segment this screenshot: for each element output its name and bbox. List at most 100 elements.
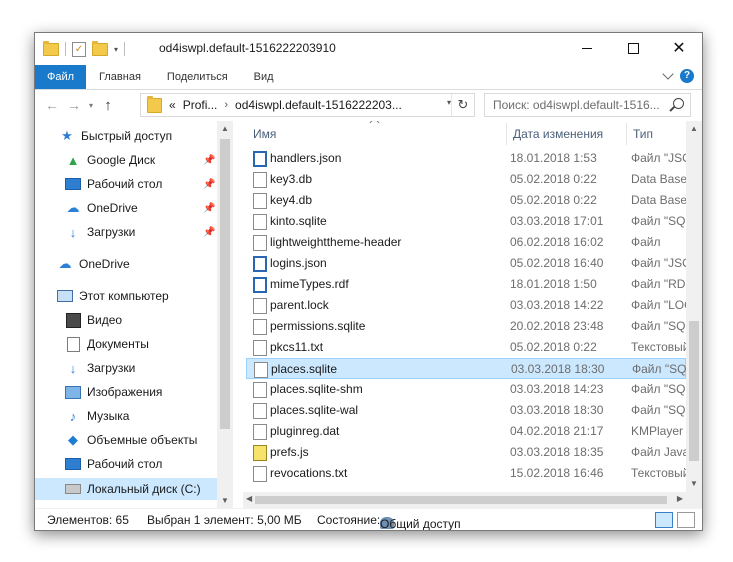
scroll-down-icon[interactable]: ▼ (690, 479, 698, 488)
sidebar-item-label: OneDrive (87, 201, 138, 215)
sidebar-item-images[interactable]: Изображения (65, 381, 162, 403)
tab-home[interactable]: Главная (86, 65, 154, 89)
sidebar-item-this-pc[interactable]: Этот компьютер (57, 285, 169, 307)
tab-share[interactable]: Поделиться (154, 65, 241, 89)
scrollbar-thumb[interactable] (255, 496, 667, 504)
maximize-button[interactable] (610, 33, 656, 63)
tab-file[interactable]: Файл (35, 65, 87, 89)
file-date-modified: 03.03.2018 17:01 (510, 214, 604, 228)
file-row[interactable]: parent.lock 03.03.2018 14:22 Файл "LOCK" (246, 295, 686, 316)
sidebar-item-videos[interactable]: Видео (65, 309, 122, 331)
file-icon (254, 362, 268, 378)
file-row[interactable]: pluginreg.dat 04.02.2018 21:17 KMPlayer (246, 421, 686, 442)
pin-icon[interactable]: 📌 (203, 203, 215, 214)
new-folder-icon[interactable] (92, 40, 108, 56)
sidebar-item-google-drive[interactable]: ▲ Google Диск 📌 (65, 149, 216, 171)
images-icon (65, 384, 81, 400)
file-list-horizontal-scrollbar[interactable]: ◀ ▶ (243, 492, 686, 508)
file-icon (253, 193, 267, 209)
scrollbar-thumb[interactable] (689, 321, 699, 461)
file-name: key4.db (270, 193, 313, 207)
file-row[interactable]: handlers.json 18.01.2018 1:53 Файл "JSON" (246, 148, 686, 169)
file-date-modified: 18.01.2018 1:53 (510, 151, 597, 165)
sidebar-item-music[interactable]: ♪ Музыка (65, 405, 130, 427)
file-name: prefs.js (270, 445, 309, 459)
sidebar-item-local-disk[interactable]: Локальный диск (C:) (35, 478, 217, 500)
forward-button[interactable]: → (63, 94, 85, 116)
recent-locations-button[interactable]: ▾ (85, 94, 97, 116)
scrollbar-thumb[interactable] (220, 139, 230, 429)
sidebar-scrollbar[interactable]: ▲ ▼ (217, 121, 233, 508)
file-type: KMPlayer (631, 424, 684, 438)
large-icons-view-button[interactable] (677, 512, 695, 528)
file-icon (253, 235, 267, 251)
file-type: Файл (631, 235, 661, 249)
file-icon (253, 319, 267, 335)
breadcrumb-overflow[interactable]: « (169, 98, 176, 112)
file-row[interactable]: pkcs11.txt 05.02.2018 0:22 Текстовый (246, 337, 686, 358)
properties-icon[interactable]: ✓ (72, 41, 86, 57)
breadcrumb-separator-icon[interactable]: › (224, 99, 228, 111)
navigation-bar: ← → ▾ ↑ « Profi... › od4iswpl.default-15… (35, 90, 702, 120)
column-divider[interactable] (626, 123, 627, 145)
minimize-button[interactable] (564, 33, 610, 63)
scroll-up-icon[interactable]: ▲ (690, 124, 698, 133)
sidebar-item-desktop[interactable]: Рабочий стол 📌 (65, 173, 215, 195)
sidebar-item-label: Google Диск (87, 153, 156, 167)
column-divider[interactable] (506, 123, 507, 145)
customize-toolbar-chevron-icon[interactable]: ▾ (114, 45, 118, 54)
sidebar-item-documents[interactable]: Документы (65, 333, 149, 355)
file-name: parent.lock (270, 298, 329, 312)
file-date-modified: 03.03.2018 18:30 (510, 403, 604, 417)
help-icon[interactable]: ? (680, 69, 694, 83)
column-header-type[interactable]: Тип (633, 127, 653, 141)
file-icon (253, 403, 267, 419)
breadcrumb-item-profiles[interactable]: Profi... (183, 98, 218, 112)
pin-icon[interactable]: 📌 (203, 155, 215, 166)
up-button[interactable]: ↑ (97, 94, 119, 116)
breadcrumb-item-current[interactable]: od4iswpl.default-1516222203... (235, 98, 402, 112)
file-row[interactable]: lightweighttheme-header 06.02.2018 16:02 Ф… (246, 232, 686, 253)
file-type: Файл "JSON" (631, 151, 686, 165)
sidebar-item-quick-access[interactable]: ★ Быстрый доступ (59, 125, 172, 147)
file-row[interactable]: permissions.sqlite 20.02.2018 23:48 Файл "… (246, 316, 686, 337)
pin-icon[interactable]: 📌 (203, 227, 215, 238)
file-row[interactable]: places.sqlite-shm 03.03.2018 14:23 Файл "S… (246, 379, 686, 400)
sidebar-item-onedrive-pinned[interactable]: ☁ OneDrive 📌 (65, 197, 216, 219)
pin-icon[interactable]: 📌 (203, 179, 215, 190)
sidebar-item-desktop-pc[interactable]: Рабочий стол (65, 453, 162, 475)
scroll-down-icon[interactable]: ▼ (221, 496, 229, 505)
scroll-right-icon[interactable]: ▶ (677, 494, 683, 503)
refresh-button[interactable]: ↻ (451, 94, 474, 116)
sort-ascending-icon (369, 121, 380, 128)
address-bar[interactable]: « Profi... › od4iswpl.default-1516222203… (140, 93, 475, 117)
file-row[interactable]: places.sqlite 03.03.2018 18:30 Файл "SQLIT… (246, 358, 687, 379)
file-row[interactable]: revocations.txt 15.02.2018 16:46 Текстовый (246, 463, 686, 484)
file-row[interactable]: mimeTypes.rdf 18.01.2018 1:50 Файл "RDF" (246, 274, 686, 295)
back-button[interactable]: ← (41, 94, 63, 116)
column-header-name[interactable]: Имя (253, 127, 276, 141)
scroll-left-icon[interactable]: ◀ (246, 494, 252, 503)
sidebar-item-downloads-pinned[interactable]: ↓ Загрузки 📌 (65, 221, 216, 243)
file-row[interactable]: kinto.sqlite 03.03.2018 17:01 Файл "SQLITE… (246, 211, 686, 232)
expand-ribbon-icon[interactable] (662, 68, 674, 80)
file-row[interactable]: prefs.js 03.03.2018 18:35 Файл JavaScript (246, 442, 686, 463)
search-input[interactable]: Поиск: od4iswpl.default-1516... (484, 93, 691, 117)
file-row[interactable]: key3.db 05.02.2018 0:22 Data Base File (246, 169, 686, 190)
file-icon (253, 214, 267, 230)
file-row[interactable]: logins.json 05.02.2018 16:40 Файл "JSON" (246, 253, 686, 274)
close-button[interactable]: ✕ (656, 33, 702, 63)
items-count: Элементов: 65 (47, 513, 129, 527)
sidebar-item-onedrive[interactable]: ☁ OneDrive (57, 253, 130, 275)
scroll-up-icon[interactable]: ▲ (221, 124, 229, 133)
sidebar-item-3d-objects[interactable]: ◆ Объемные объекты (65, 429, 197, 451)
sidebar-item-label: OneDrive (79, 257, 130, 271)
sidebar-item-downloads[interactable]: ↓ Загрузки (65, 357, 136, 379)
details-view-button[interactable] (655, 512, 673, 528)
file-row[interactable]: key4.db 05.02.2018 0:22 Data Base File (246, 190, 686, 211)
tab-view[interactable]: Вид (241, 65, 287, 89)
file-row[interactable]: places.sqlite-wal 03.03.2018 18:30 Файл "S… (246, 400, 686, 421)
column-header-date[interactable]: Дата изменения (513, 127, 603, 141)
file-list-vertical-scrollbar[interactable]: ▲ ▼ (686, 121, 702, 508)
file-date-modified: 18.01.2018 1:50 (510, 277, 597, 291)
